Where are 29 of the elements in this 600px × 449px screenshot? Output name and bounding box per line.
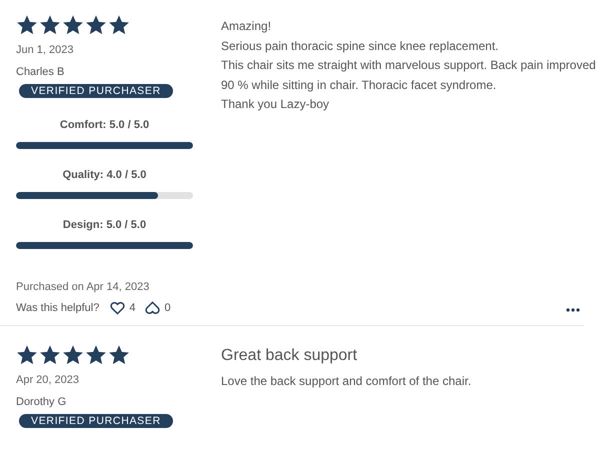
star-icon [108, 14, 130, 36]
rating-label: Design: 5.0 / 5.0 [62, 219, 146, 231]
verified-badge: VERIFIED PURCHASER [19, 414, 173, 428]
review-title: Great back support [221, 347, 358, 365]
star-icon [62, 344, 84, 366]
more-icon[interactable] [566, 308, 580, 312]
star-icon [108, 344, 130, 366]
review-text: Amazing! [221, 18, 272, 35]
star-icon [85, 344, 107, 366]
star-icon [39, 14, 61, 36]
review-text: Serious pain thoracic spine since knee replacement. [221, 38, 498, 54]
reviewer-name: Charles B [16, 66, 66, 78]
reviewer-name: Dorothy G [16, 396, 68, 408]
review-text: 90 % while sitting in chair. Thoracic facet syndrome. [221, 76, 496, 94]
star-icon [16, 344, 38, 366]
star-icon [62, 14, 84, 36]
star-icon [39, 344, 61, 366]
verified-badge: VERIFIED PURCHASER [19, 84, 173, 98]
star-icon [85, 14, 107, 36]
review-date: Jun 1, 2023 [16, 44, 74, 56]
review-text: Love the back support and comfort of the chair. [221, 373, 472, 390]
rating-label: Quality: 4.0 / 5.0 [62, 169, 146, 181]
rating-label: Comfort: 5.0 / 5.0 [60, 119, 150, 131]
review-text: This chair sits me straight with marvelous support. Back pain improved [221, 57, 596, 74]
review-text: Thank you Lazy-boy [221, 96, 330, 113]
purchase-date: Purchased on Apr 14, 2023 [16, 281, 150, 293]
review-date: Apr 20, 2023 [16, 374, 80, 386]
star-icon [16, 14, 38, 36]
helpful-label: Was this helpful? [16, 302, 100, 314]
